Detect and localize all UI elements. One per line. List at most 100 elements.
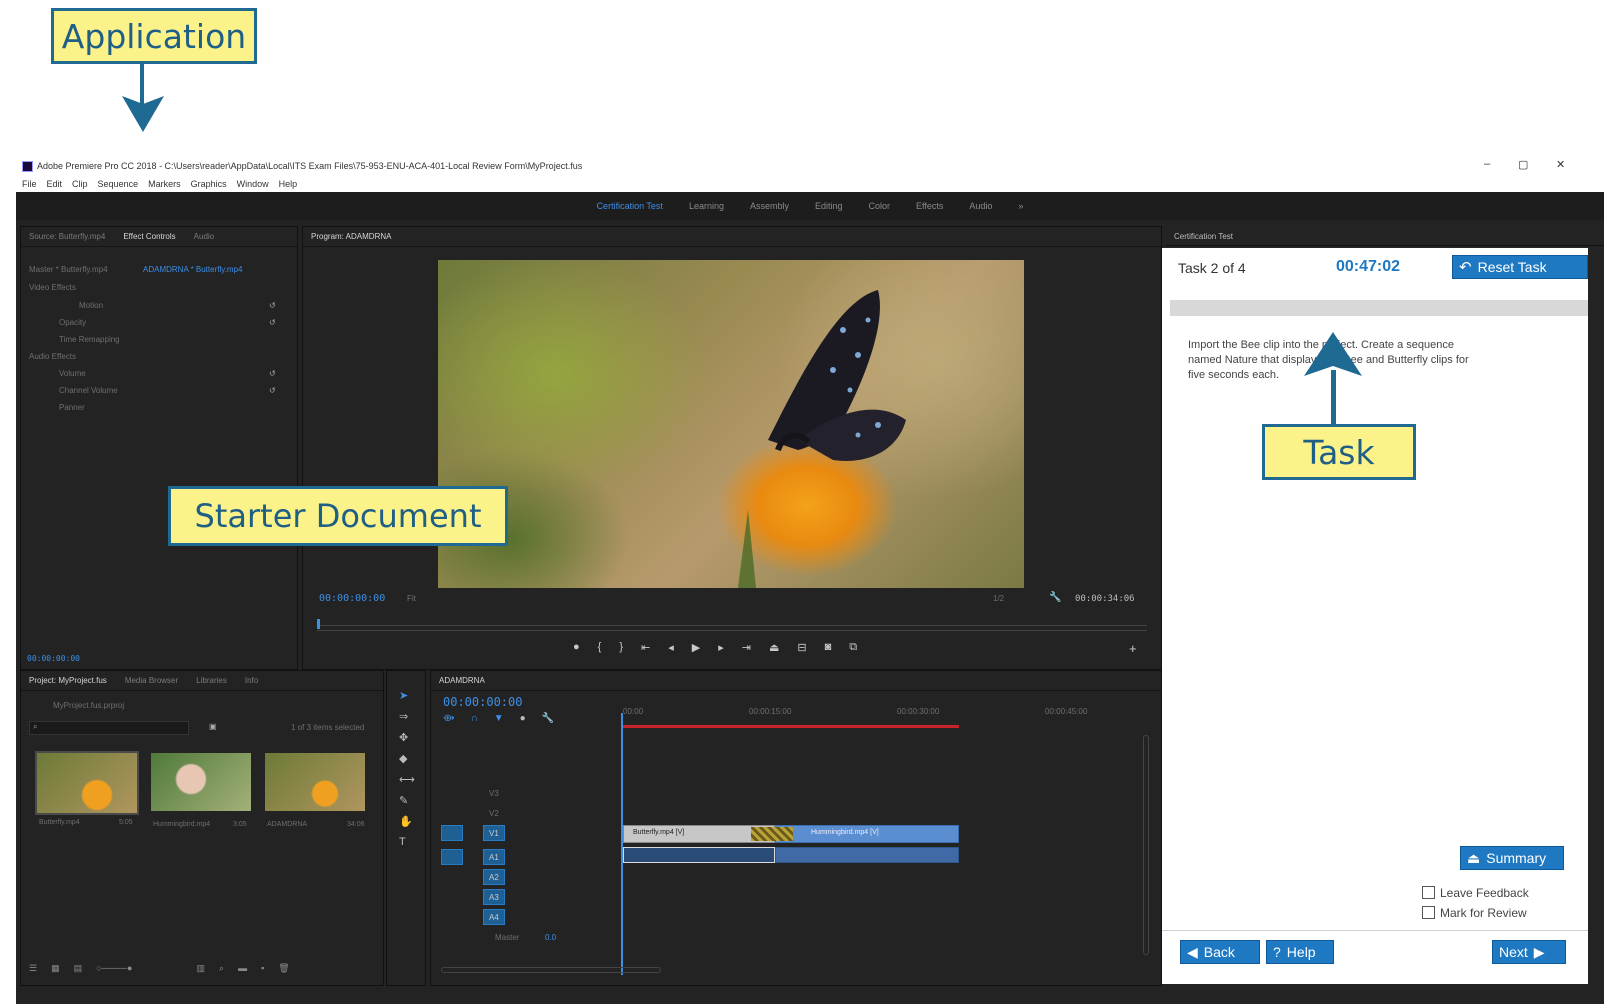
reset-effect-icon[interactable]: ↺ [269,301,276,310]
next-button[interactable]: Next ▶ [1492,940,1566,964]
wrench-icon[interactable]: 🔧 [1049,592,1061,603]
workspace-audio[interactable]: Audio [969,201,992,211]
zoom-slider[interactable]: ○────● [96,963,132,977]
workspace-assembly[interactable]: Assembly [750,201,789,211]
track-v1-target[interactable] [441,825,463,841]
menu-help[interactable]: Help [279,179,298,189]
button-editor-icon[interactable]: + [1129,641,1137,656]
transition-marker[interactable] [751,827,793,841]
work-area-bar[interactable] [623,725,959,728]
snap-icon[interactable]: ⟴ [443,713,455,724]
go-to-in-icon[interactable]: ⇤ [641,641,650,657]
maximize-button[interactable]: ▢ [1518,158,1528,171]
tab-info[interactable]: Info [245,676,258,685]
effect-volume[interactable]: Volume [59,369,86,378]
menu-edit[interactable]: Edit [47,179,63,189]
workspace-learning[interactable]: Learning [689,201,724,211]
reset-effect-icon[interactable]: ↺ [269,386,276,395]
ripple-edit-tool-icon[interactable]: ✥ [399,731,415,744]
program-scrubber[interactable] [317,625,1147,631]
audio-clip-hummingbird[interactable] [775,847,959,863]
tab-libraries[interactable]: Libraries [196,676,227,685]
tab-project[interactable]: Project: MyProject.fus [29,676,107,685]
razor-tool-icon[interactable]: ◆ [399,752,415,765]
menu-sequence[interactable]: Sequence [98,179,139,189]
timeline-playhead[interactable] [621,713,623,975]
hand-tool-icon[interactable]: ✋ [399,815,415,828]
marker-icon[interactable]: ● [520,713,526,724]
linked-selection-icon[interactable]: ∩ [471,713,478,724]
compare-icon[interactable]: ⧉ [849,641,857,657]
clip-thumb-butterfly[interactable] [35,751,139,815]
reset-effect-icon[interactable]: ↺ [269,318,276,327]
back-button[interactable]: ◀ Back [1180,940,1260,964]
new-item-icon[interactable]: ▪ [261,963,264,977]
trash-icon[interactable]: 🗑 [278,963,289,977]
list-view-icon[interactable]: ☰ [29,963,37,977]
reset-task-button[interactable]: ↶ Reset Task [1452,255,1588,279]
add-marker-icon[interactable]: ● [573,641,580,657]
menu-clip[interactable]: Clip [72,179,88,189]
tab-media-browser[interactable]: Media Browser [125,676,178,685]
go-to-out-icon[interactable]: ⇥ [742,641,751,657]
tab-sequence[interactable]: ADAMDRNA [439,676,485,685]
program-fit-select[interactable]: Fit [407,594,416,603]
clip-thumb-sequence[interactable] [265,753,365,811]
workspace-overflow-icon[interactable]: » [1018,201,1023,211]
audio-clip-butterfly[interactable] [623,847,775,863]
menu-file[interactable]: File [22,179,37,189]
help-button[interactable]: ? Help [1266,940,1334,964]
ec-timecode[interactable]: 00:00:00:00 [27,654,80,663]
effect-channel-volume[interactable]: Channel Volume [59,386,118,395]
mark-out-icon[interactable]: } [619,641,623,657]
new-bin-footer-icon[interactable]: ▬ [238,963,247,977]
project-search-input[interactable] [29,721,189,735]
workspace-effects[interactable]: Effects [916,201,943,211]
program-timecode-left[interactable]: 00:00:00:00 [319,593,385,604]
freeform-view-icon[interactable]: ▤ [74,963,83,977]
automate-icon[interactable]: ▥ [197,963,206,977]
find-icon[interactable]: ⌕ [219,963,224,977]
workspace-editing[interactable]: Editing [815,201,843,211]
playhead-marker[interactable] [317,619,320,629]
workspace-color[interactable]: Color [869,201,891,211]
effect-time-remapping[interactable]: Time Remapping [59,335,120,344]
step-forward-icon[interactable]: ▸ [718,641,724,657]
ec-sequence-line[interactable]: ADAMDRNA * Butterfly.mp4 [143,265,242,274]
step-back-icon[interactable]: ◂ [668,641,674,657]
tab-source[interactable]: Source: Butterfly.mp4 [29,232,105,241]
menu-graphics[interactable]: Graphics [191,179,227,189]
leave-feedback-checkbox[interactable] [1422,886,1435,899]
effect-opacity[interactable]: Opacity [59,318,86,327]
master-track-value[interactable]: 0.0 [545,933,556,942]
minimize-button[interactable]: – [1484,158,1490,170]
menu-window[interactable]: Window [237,179,269,189]
selection-tool-icon[interactable]: ➤ [399,689,415,702]
workspace-certification[interactable]: Certification Test [597,201,663,211]
new-bin-icon[interactable]: ▣ [209,722,217,731]
extract-icon[interactable]: ⊟ [797,641,806,657]
mark-in-icon[interactable]: { [598,641,602,657]
timeline-horizontal-scrollbar[interactable] [441,967,661,973]
summary-button[interactable]: ⏏ Summary [1460,846,1564,870]
icon-view-icon[interactable]: ▦ [51,963,60,977]
tab-audio-clip-mixer[interactable]: Audio [194,232,214,241]
slip-tool-icon[interactable]: ⟷ [399,773,415,786]
close-button[interactable]: ✕ [1556,158,1565,171]
effect-motion[interactable]: Motion [79,301,103,310]
reset-effect-icon[interactable]: ↺ [269,369,276,378]
tab-effect-controls[interactable]: Effect Controls [123,232,175,241]
track-a1-target[interactable] [441,849,463,865]
effect-panner[interactable]: Panner [59,403,85,412]
settings-wrench-icon[interactable]: 🔧 [542,713,554,724]
type-tool-icon[interactable]: T [399,836,415,848]
mark-review-checkbox[interactable] [1422,906,1435,919]
program-quality-select[interactable]: 1/2 [993,594,1004,603]
menu-markers[interactable]: Markers [148,179,181,189]
clip-thumb-hummingbird[interactable] [151,753,251,811]
export-frame-icon[interactable]: ◙ [825,641,832,657]
pen-tool-icon[interactable]: ✎ [399,794,415,807]
lift-icon[interactable]: ⏏ [769,641,779,657]
timeline-timecode[interactable]: 00:00:00:00 [443,695,522,709]
tab-certification-test[interactable]: Certification Test [1174,232,1233,241]
